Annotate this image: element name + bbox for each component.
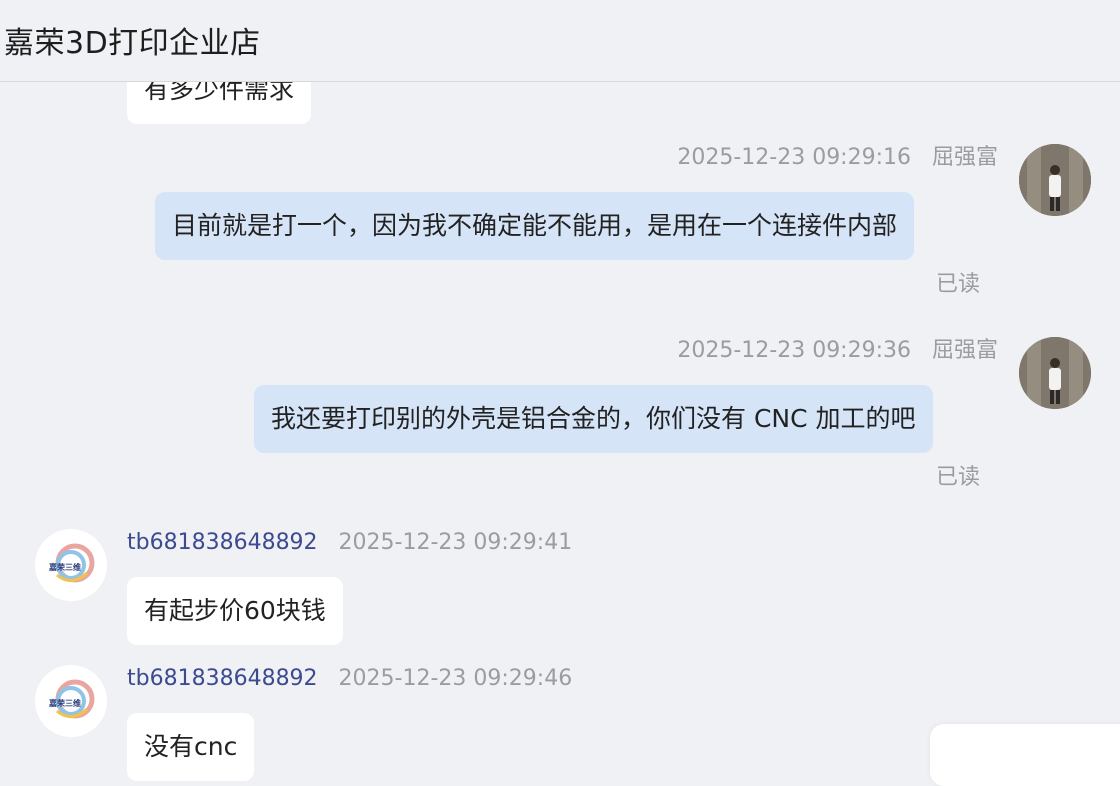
floating-action-button[interactable] [930, 724, 1120, 786]
chat-area: 有多少件需求 2025-12-23 09:29:16 屈强富 目前就是打一个，因… [0, 0, 1120, 786]
message-sender: 屈强富 [931, 338, 998, 363]
message-meta: 2025-12-23 09:29:36 屈强富 [600, 336, 998, 366]
user-avatar-icon [1019, 337, 1091, 409]
user-avatar[interactable] [1019, 337, 1091, 409]
message-meta: tb681838648892 2025-12-23 09:29:46 [127, 664, 572, 694]
shop-logo-label: 嘉荣三维 [49, 699, 81, 708]
message-bubble[interactable]: 没有cnc [127, 713, 255, 781]
chat-header: 嘉荣3D打印企业店 [0, 0, 1120, 82]
message-sender: 屈强富 [931, 145, 998, 170]
read-status: 已读 [936, 272, 981, 297]
shop-avatar[interactable]: 嘉荣三维 [35, 529, 107, 601]
message-time: 2025-12-23 09:29:41 [338, 530, 573, 555]
message-time: 2025-12-23 09:29:46 [338, 666, 573, 691]
page-title: 嘉荣3D打印企业店 [4, 26, 261, 61]
user-avatar[interactable] [1019, 144, 1091, 216]
message-meta: tb681838648892 2025-12-23 09:29:41 [127, 528, 572, 558]
message-meta: 2025-12-23 09:29:16 屈强富 [600, 143, 998, 173]
message-bubble[interactable]: 有起步价60块钱 [127, 577, 343, 645]
message-time: 2025-12-23 09:29:16 [677, 145, 911, 170]
message-bubble[interactable]: 我还要打印别的外壳是铝合金的，你们没有 CNC 加工的吧 [254, 385, 933, 453]
shop-avatar[interactable]: 嘉荣三维 [35, 665, 107, 737]
message-sender: tb681838648892 [127, 530, 318, 555]
shop-logo-label: 嘉荣三维 [49, 563, 81, 572]
message-bubble[interactable]: 目前就是打一个，因为我不确定能不能用，是用在一个连接件内部 [155, 192, 915, 260]
message-sender: tb681838648892 [127, 666, 318, 691]
user-avatar-icon [1019, 144, 1091, 216]
read-status: 已读 [936, 465, 981, 490]
message-time: 2025-12-23 09:29:36 [677, 338, 911, 363]
